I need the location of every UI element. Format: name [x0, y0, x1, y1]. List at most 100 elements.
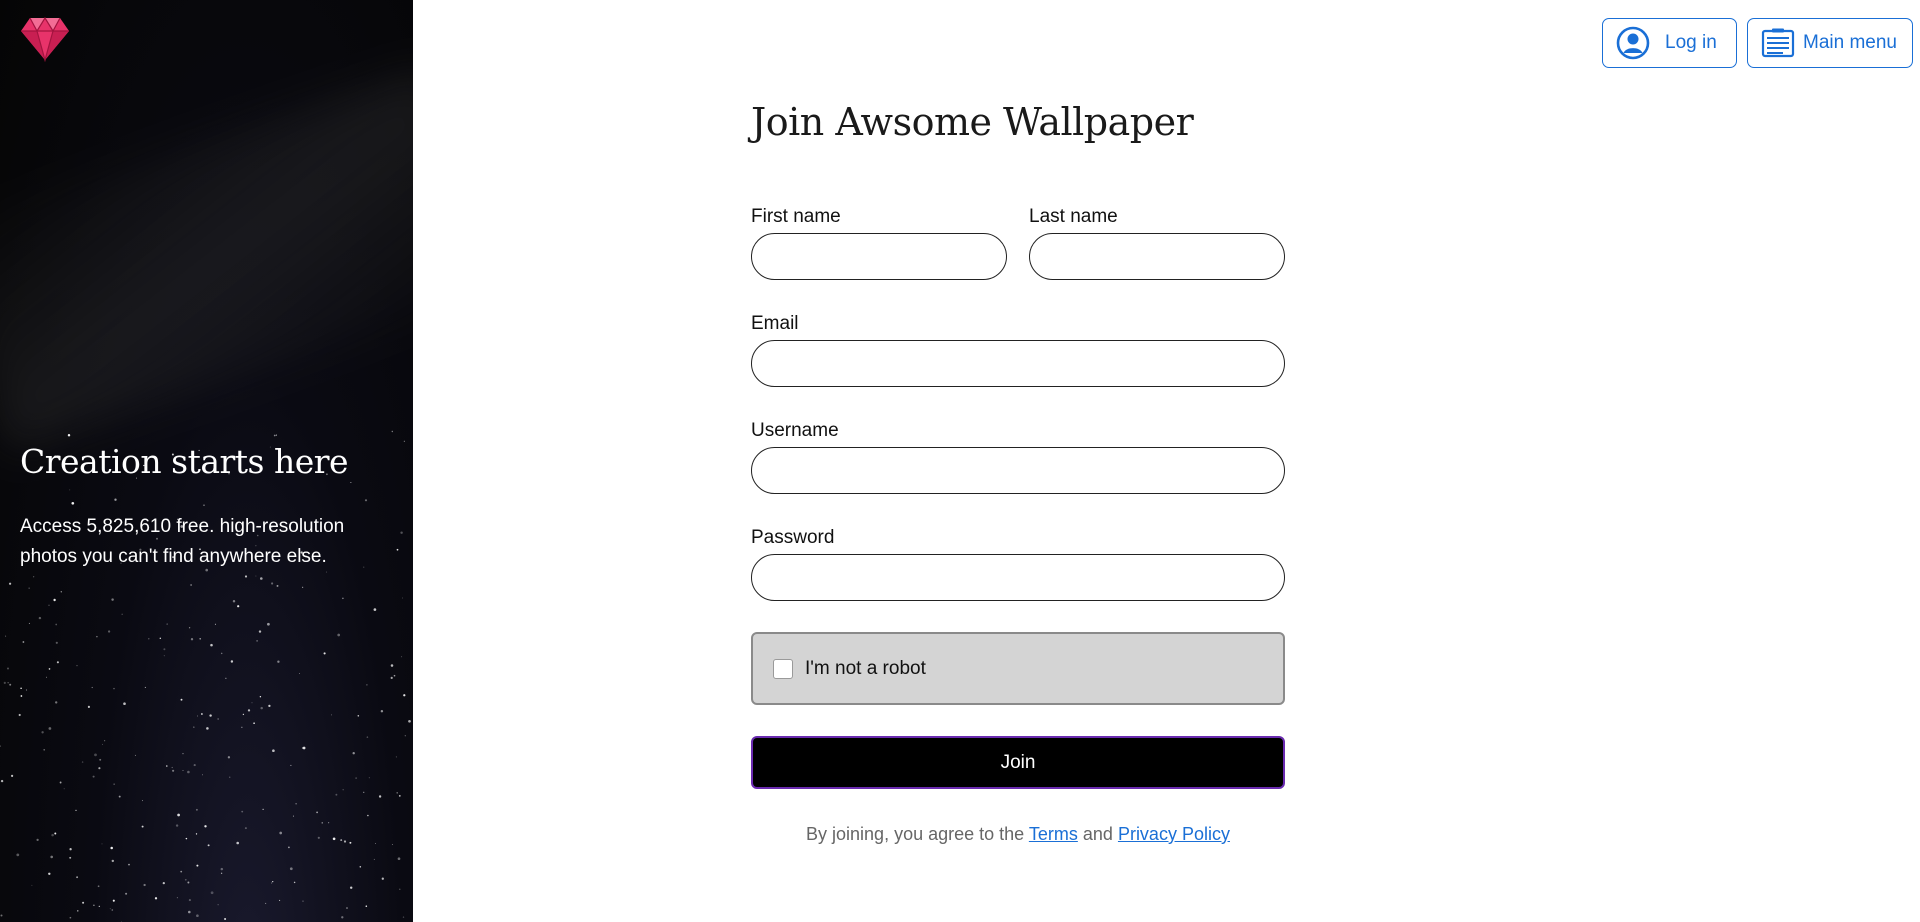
- star-dot: [10, 774, 14, 778]
- star-dot: [51, 833, 54, 837]
- star-dot: [255, 575, 257, 577]
- star-dot: [317, 836, 320, 839]
- star-dot: [298, 672, 300, 674]
- star-dot: [381, 877, 384, 880]
- star-dot: [7, 682, 9, 684]
- star-dot: [18, 713, 21, 717]
- password-input[interactable]: [751, 554, 1285, 601]
- star-dot: [75, 809, 77, 812]
- star-dot: [390, 664, 394, 667]
- join-button[interactable]: Join: [751, 736, 1285, 789]
- star-dot: [227, 756, 231, 759]
- star-dot: [114, 498, 117, 501]
- star-dot: [397, 857, 401, 861]
- first-name-input[interactable]: [751, 233, 1007, 280]
- diamond-icon[interactable]: [20, 16, 70, 62]
- star-dot: [180, 698, 183, 701]
- star-dot: [229, 776, 231, 778]
- star-dot: [403, 440, 405, 442]
- star-dot: [401, 597, 404, 599]
- star-dot: [365, 905, 368, 907]
- star-dot: [31, 884, 33, 886]
- star-dot: [244, 575, 248, 578]
- hero-heading: Creation starts here: [20, 442, 349, 481]
- star-dot: [242, 713, 245, 716]
- star-dot: [355, 777, 357, 779]
- page-title: Join Awsome Wallpaper: [751, 100, 1194, 144]
- star-dot: [268, 704, 271, 708]
- star-dot: [275, 434, 277, 436]
- star-dot: [190, 584, 192, 586]
- star-dot: [363, 791, 365, 793]
- star-dot: [232, 600, 236, 603]
- star-dot: [128, 863, 130, 866]
- star-dot: [144, 686, 146, 688]
- main-menu-button[interactable]: Main menu: [1747, 18, 1913, 68]
- star-dot: [28, 587, 30, 589]
- star-dot: [109, 908, 111, 910]
- username-input[interactable]: [751, 447, 1285, 494]
- star-dot: [343, 840, 347, 843]
- star-dot: [71, 501, 75, 505]
- star-dot: [224, 917, 227, 921]
- star-dot: [104, 740, 106, 742]
- star-dot: [276, 584, 279, 587]
- terms-link[interactable]: Terms: [1029, 824, 1078, 844]
- star-dot: [270, 882, 273, 884]
- star-dot: [364, 499, 368, 502]
- star-dot: [302, 586, 304, 588]
- star-dot: [50, 855, 53, 859]
- email-label: Email: [751, 313, 799, 334]
- star-dot: [374, 842, 377, 845]
- star-dot: [107, 630, 111, 633]
- last-name-input[interactable]: [1029, 233, 1285, 280]
- star-dot: [22, 641, 25, 643]
- star-dot: [251, 702, 253, 704]
- star-dot: [289, 867, 293, 871]
- star-dot: [373, 858, 375, 860]
- star-dot: [279, 831, 283, 835]
- star-dot: [373, 608, 377, 611]
- star-dot: [54, 832, 57, 835]
- email-input[interactable]: [751, 340, 1285, 387]
- star-dot: [187, 770, 190, 774]
- star-dot: [225, 677, 227, 679]
- login-button[interactable]: Log in: [1602, 18, 1737, 68]
- star-dot: [220, 652, 223, 655]
- star-dot: [332, 837, 336, 841]
- star-dot: [207, 844, 210, 847]
- captcha-checkbox[interactable]: [773, 658, 793, 679]
- star-dot: [290, 764, 292, 766]
- star-dot: [404, 735, 406, 737]
- star-dot: [400, 531, 403, 534]
- star-dot: [346, 907, 348, 909]
- star-dot: [125, 892, 128, 895]
- star-dot: [20, 695, 23, 697]
- star-dot: [112, 899, 115, 902]
- privacy-policy-link[interactable]: Privacy Policy: [1118, 824, 1230, 844]
- star-dot: [316, 811, 318, 814]
- star-dot: [247, 709, 251, 712]
- star-dot: [63, 788, 65, 790]
- star-dot: [110, 846, 113, 850]
- star-dot: [241, 810, 244, 813]
- star-dot: [111, 909, 114, 911]
- star-dot: [113, 687, 115, 690]
- star-dot: [201, 774, 204, 776]
- star-dot: [134, 754, 136, 756]
- star-dot: [210, 891, 214, 895]
- star-dot: [350, 482, 352, 484]
- star-dot: [8, 582, 12, 585]
- star-dot: [38, 616, 42, 620]
- star-dot: [272, 880, 274, 883]
- password-label: Password: [751, 527, 835, 548]
- star-dot: [9, 683, 12, 686]
- star-dot: [0, 914, 3, 917]
- captcha-box: I'm not a robot: [751, 632, 1285, 705]
- star-dot: [43, 748, 46, 751]
- star-dot: [217, 904, 219, 906]
- star-dot: [82, 901, 85, 904]
- star-dot: [267, 622, 270, 626]
- star-dot: [141, 825, 144, 828]
- captcha-label: I'm not a robot: [805, 657, 926, 679]
